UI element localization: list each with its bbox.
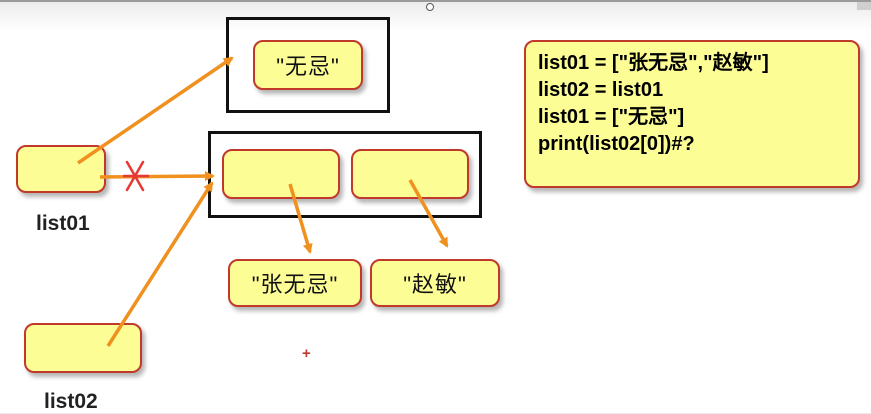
arrow-list01-to-original-list: [99, 171, 215, 182]
arrow-list02-to-original-list: [106, 181, 214, 347]
arrow-list01-to-new-list: [77, 56, 234, 165]
arrow-slot1-to-zhaomin: [408, 179, 449, 248]
arrow-slot0-to-zhangwuji: [288, 183, 313, 254]
arrows-layer: [77, 56, 449, 347]
broken-reference-cross-icon: [122, 160, 150, 192]
cursor-marker: +: [302, 345, 311, 362]
